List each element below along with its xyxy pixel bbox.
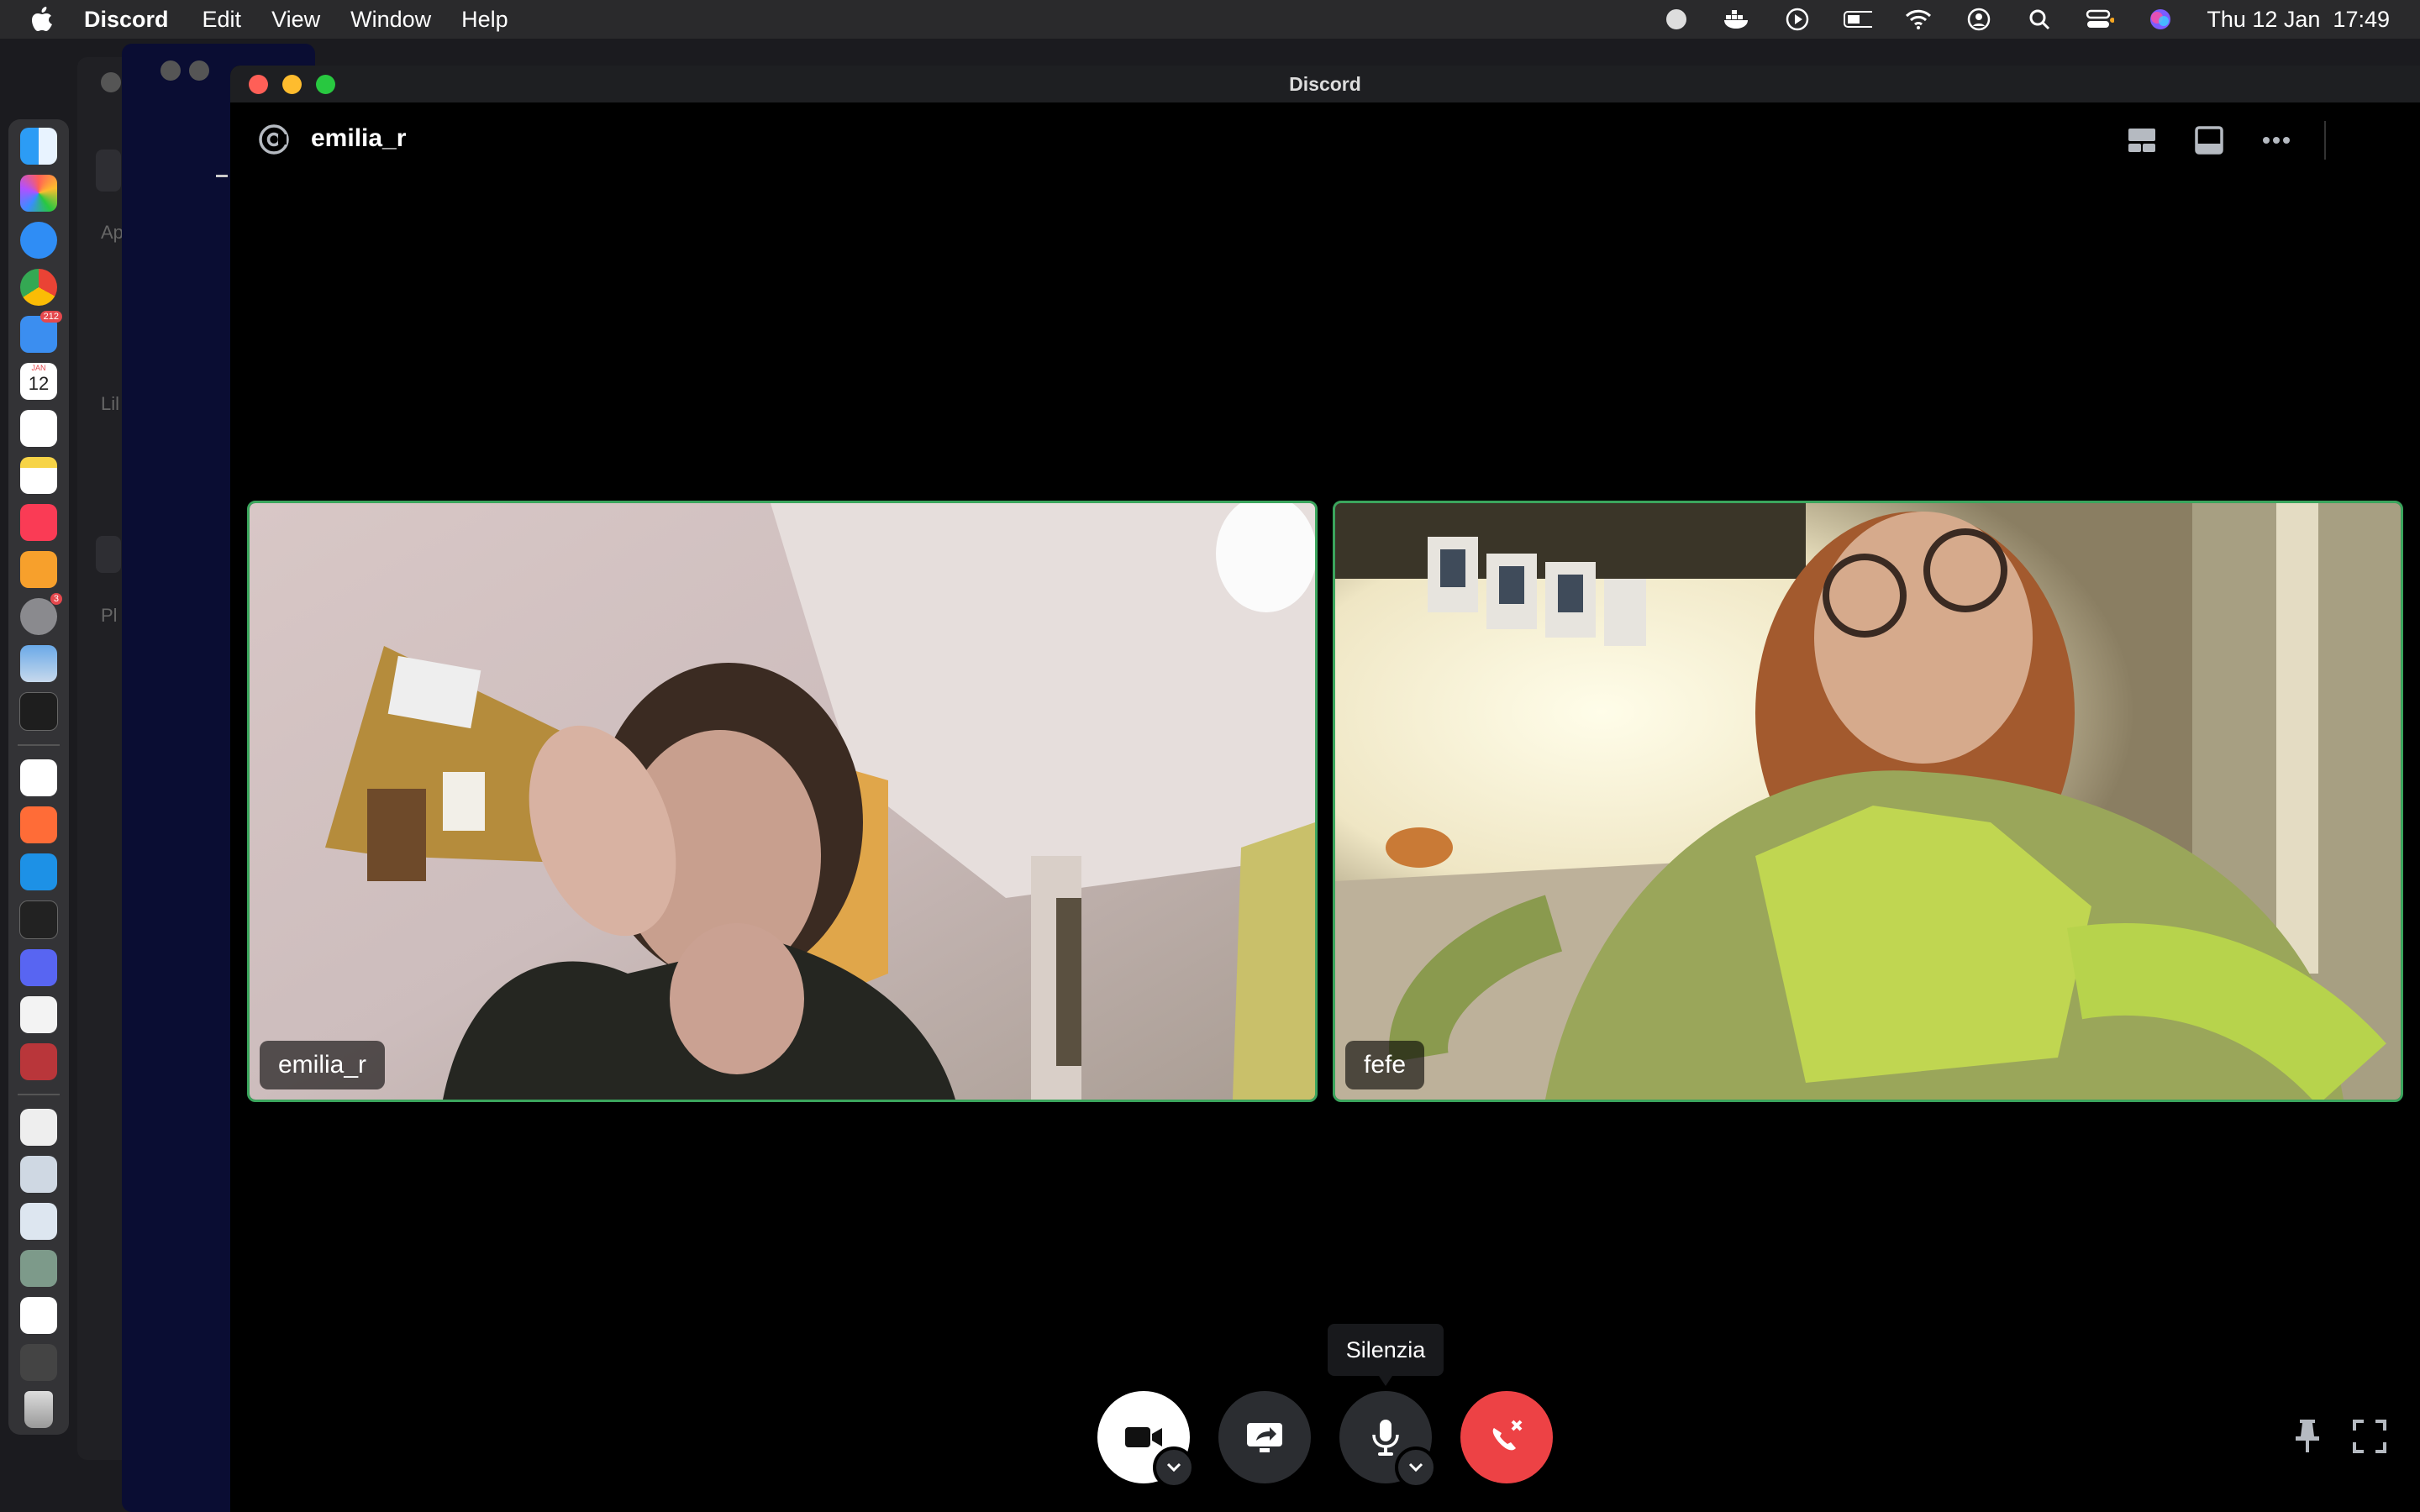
bg-label: Ap [101,222,124,243]
popout-window-button[interactable] [2191,123,2227,158]
downloads-stack-icon[interactable] [20,1344,57,1381]
end-call-button[interactable] [1460,1391,1553,1483]
window-stack-icon[interactable] [20,1297,57,1334]
menu-app-name[interactable]: Discord [84,7,169,33]
at-mention-icon [257,123,291,156]
dock-separator [18,1094,60,1095]
dock: 212 JAN 12 3 [8,119,69,1435]
microphone-options-caret[interactable] [1395,1446,1437,1488]
menu-clock[interactable]: Thu 12 Jan 17:49 [2207,7,2390,33]
screenshot-stack-icon[interactable] [20,1203,57,1240]
zoom-window-button[interactable] [316,75,335,94]
pin-button[interactable] [2287,1416,2328,1457]
grid-layout-button[interactable] [2124,123,2160,158]
menu-bar: Discord Edit View Window Help Thu 12 Jan… [0,0,2420,39]
settings-badge: 3 [50,593,62,605]
play-icon[interactable] [1783,7,1812,32]
video-camera-icon [1125,1427,1162,1447]
participant-name: fefe [1345,1041,1425,1089]
menu-edit[interactable]: Edit [203,7,242,33]
menu-window[interactable]: Window [350,7,431,33]
user-account-icon[interactable] [1965,7,1993,32]
fullscreen-button[interactable] [2349,1416,2390,1457]
screen-share-button[interactable] [1218,1391,1311,1483]
title-bar: Discord [230,66,2420,102]
calendar-icon[interactable]: JAN 12 [20,363,57,400]
postman-icon[interactable] [20,806,57,843]
call-header: emilia_r [230,102,2420,170]
close-window-button[interactable] [249,75,268,94]
siri-icon[interactable] [2146,7,2175,32]
minimize-window-button[interactable] [282,75,302,94]
video-tile-fefe[interactable]: fefe [1333,501,2403,1102]
system-settings-icon[interactable]: 3 [20,593,62,635]
menu-help[interactable]: Help [461,7,508,33]
reminders-icon[interactable] [20,410,57,447]
camera-options-caret[interactable] [1153,1446,1195,1488]
menu-view[interactable]: View [271,7,320,33]
notes-icon[interactable] [20,457,57,494]
launchpad-icon[interactable] [20,175,57,212]
music-icon[interactable] [20,504,57,541]
channel-name: emilia_r [311,124,407,152]
participant-name: emilia_r [260,1041,386,1089]
header-divider [2324,121,2326,160]
control-center-icon[interactable] [2086,7,2115,32]
wifi-icon[interactable] [1904,7,1933,32]
chrome-icon[interactable] [20,269,57,306]
mail-badge: 212 [39,311,62,323]
spotlight-search-icon[interactable] [2025,7,2054,32]
window-title: Discord [1289,72,1361,95]
terminal-icon[interactable] [19,692,58,731]
battery-icon[interactable] [1844,7,1873,32]
screen-share-icon [1247,1423,1282,1452]
preview-icon[interactable] [20,645,57,682]
discord-icon[interactable] [20,949,57,986]
safari-icon[interactable] [20,222,57,259]
vscode-icon[interactable] [20,759,57,796]
microphone-icon [1372,1420,1399,1456]
photo-stack-icon[interactable] [20,1250,57,1287]
camera-toggle-button[interactable] [1097,1391,1195,1488]
fullscreen-icon [2353,1420,2386,1453]
docker-dock-icon[interactable] [20,853,57,890]
pages-icon[interactable] [20,551,57,588]
more-options-button[interactable] [2259,123,2294,158]
textedit-icon[interactable] [20,996,57,1033]
document-stack-icon[interactable] [20,1109,57,1146]
pin-icon [2296,1420,2319,1452]
activity-monitor-icon[interactable] [19,900,58,939]
bg-label: Pl [101,605,118,626]
discord-window: Discord emilia_r emilia_r fefe Silenzia [230,66,2420,1512]
calendar-month: JAN [31,364,46,372]
docker-icon[interactable] [1723,7,1751,32]
apple-menu-icon[interactable] [0,7,84,32]
bg-label: Lil [101,393,120,414]
video-feed-emilia [250,503,1315,1100]
hang-up-icon [1492,1420,1523,1451]
mail-icon[interactable]: 212 [20,311,62,353]
finder-icon[interactable] [20,128,57,165]
screenshot-stack-icon[interactable] [20,1156,57,1193]
microphone-button[interactable] [1339,1391,1437,1488]
dictionary-icon[interactable] [20,1043,57,1080]
video-feed-fefe [1335,503,2401,1100]
dock-separator [18,744,60,746]
trash-icon[interactable] [24,1391,53,1428]
mute-tooltip: Silenzia [1328,1324,1444,1386]
calendar-day: 12 [28,373,50,394]
status-circle-icon[interactable] [1662,7,1691,32]
video-tile-emilia[interactable]: emilia_r [247,501,1318,1102]
